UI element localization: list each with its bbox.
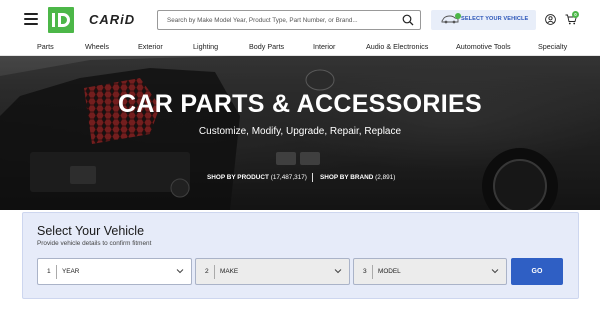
make-select[interactable]: 2 MAKE: [195, 258, 350, 285]
vehicle-selector-subtitle: Provide vehicle details to confirm fitme…: [37, 240, 152, 247]
make-step-number: 2: [205, 268, 209, 275]
menu-icon[interactable]: [24, 13, 38, 25]
search-input[interactable]: [167, 14, 392, 27]
shop-by-product-label: SHOP BY PRODUCT: [207, 174, 269, 181]
shop-by-brand-link[interactable]: SHOP BY BRAND (2,891): [320, 174, 395, 181]
link-divider: [312, 173, 313, 182]
search-icon[interactable]: [402, 14, 414, 26]
shop-by-brand-label: SHOP BY BRAND: [320, 174, 374, 181]
vehicle-selector-title: Select Your Vehicle: [37, 224, 145, 238]
nav-item-body-parts[interactable]: Body Parts: [249, 42, 284, 51]
hero-banner: CAR PARTS & ACCESSORIES Customize, Modif…: [0, 56, 600, 210]
brand-name[interactable]: CARiD: [89, 12, 135, 27]
step-divider: [214, 265, 215, 279]
nav-item-parts[interactable]: Parts: [37, 42, 54, 51]
model-step-number: 3: [363, 268, 367, 275]
nav-item-interior[interactable]: Interior: [313, 42, 335, 51]
go-button[interactable]: GO: [511, 258, 563, 285]
model-select[interactable]: 3 MODEL: [353, 258, 507, 285]
nav-item-lighting[interactable]: Lighting: [193, 42, 218, 51]
select-vehicle-button[interactable]: SELECT YOUR VEHICLE: [431, 10, 536, 30]
hero-subtitle: Customize, Modify, Upgrade, Repair, Repl…: [198, 126, 402, 137]
nav-item-automotive-tools[interactable]: Automotive Tools: [456, 42, 511, 51]
account-icon[interactable]: [545, 14, 556, 25]
chevron-down-icon: [491, 269, 499, 274]
nav-item-wheels[interactable]: Wheels: [85, 42, 109, 51]
chevron-down-icon: [176, 269, 184, 274]
cart-count-badge: 0: [572, 11, 579, 18]
make-select-label: MAKE: [220, 268, 239, 275]
logo-icon[interactable]: [48, 7, 74, 33]
model-select-label: MODEL: [378, 268, 401, 275]
vehicle-selector-panel: Select Your Vehicle Provide vehicle deta…: [22, 212, 579, 299]
hero-title: CAR PARTS & ACCESSORIES: [118, 90, 482, 118]
chevron-down-icon: [334, 269, 342, 274]
year-step-number: 1: [47, 268, 51, 275]
nav-item-specialty[interactable]: Specialty: [538, 42, 567, 51]
select-vehicle-label: SELECT YOUR VEHICLE: [461, 16, 529, 22]
nav-item-audio-electronics[interactable]: Audio & Electronics: [366, 42, 428, 51]
category-nav: Parts Wheels Exterior Lighting Body Part…: [0, 39, 600, 56]
step-divider: [372, 265, 373, 279]
shop-by-product-count: (17,487,317): [270, 174, 307, 181]
year-select[interactable]: 1 YEAR: [37, 258, 192, 285]
shop-by-brand-count: (2,891): [375, 174, 396, 181]
year-select-label: YEAR: [62, 268, 80, 275]
nav-item-exterior[interactable]: Exterior: [138, 42, 163, 51]
site-header: CARiD SELECT YOUR VEHICLE 0: [0, 0, 600, 39]
shop-by-product-link[interactable]: SHOP BY PRODUCT (17,487,317): [207, 174, 307, 181]
search-box[interactable]: [157, 10, 421, 30]
step-divider: [56, 265, 57, 279]
